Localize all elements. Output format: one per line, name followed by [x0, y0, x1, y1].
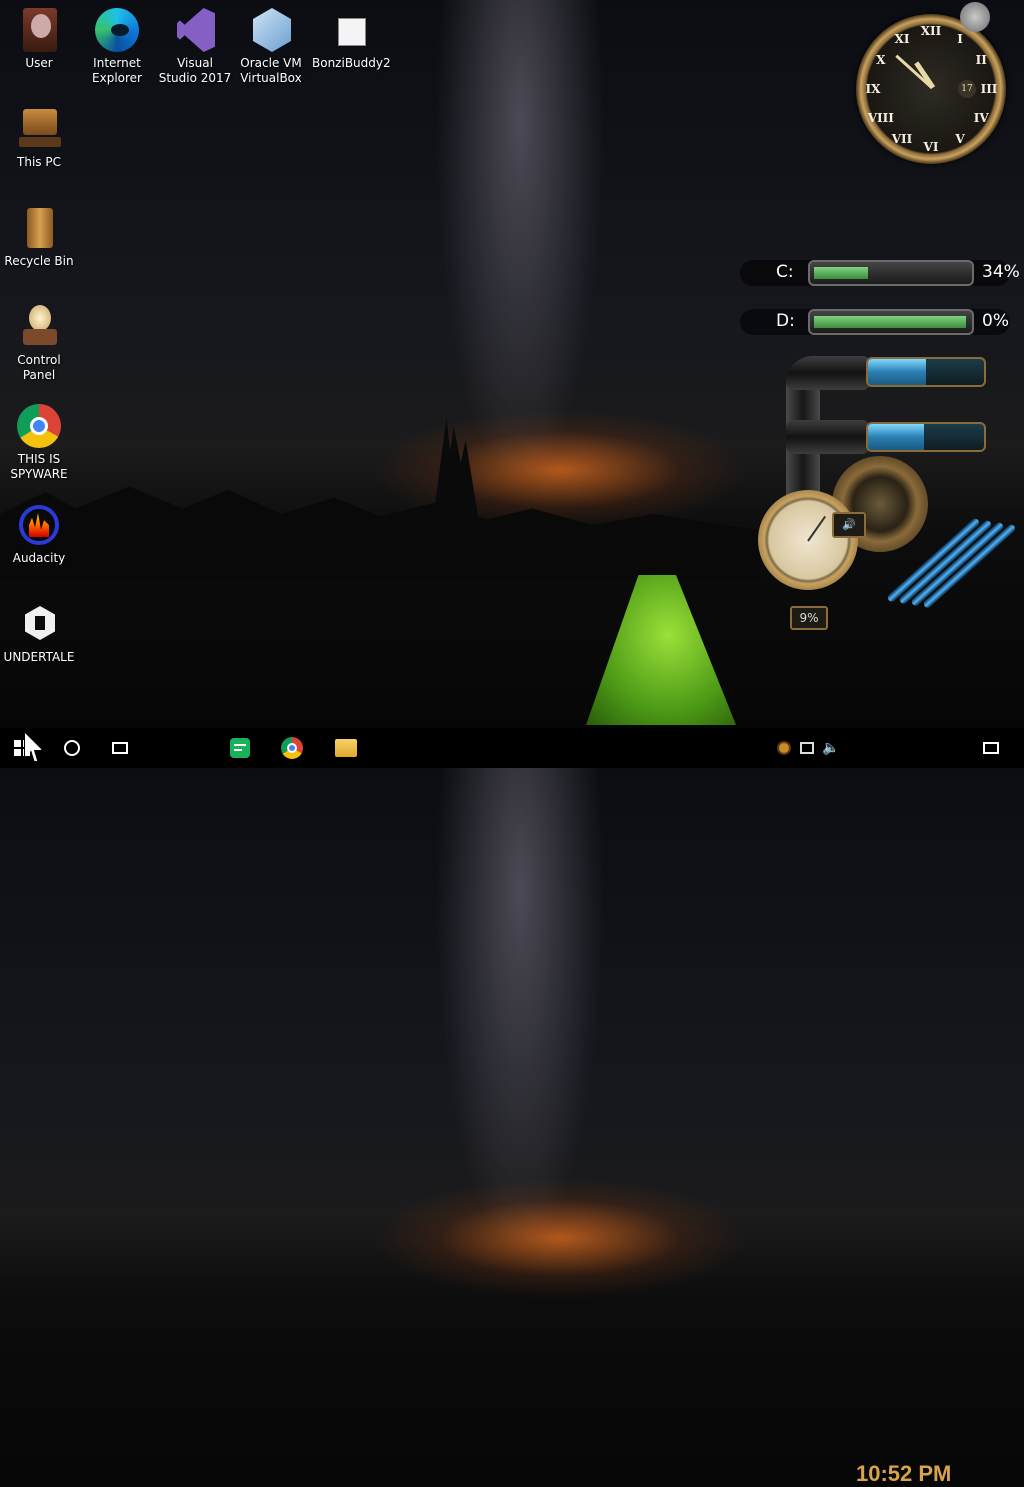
drive-label: D: [776, 311, 795, 331]
gauge-percent: 9% [790, 606, 828, 630]
pipe-middle [786, 420, 870, 454]
taskbar-clock[interactable]: 10:52 PM [856, 1461, 951, 1487]
desktop-icon-virtualbox[interactable]: Oracle VM VirtualBox [233, 6, 309, 86]
clock-gear-decoration [960, 2, 990, 32]
drive-percent: 0% [982, 311, 1009, 331]
desktop-icon-internet-explorer[interactable]: Internet Explorer [79, 6, 155, 86]
unity-icon [15, 600, 63, 648]
search-button[interactable] [52, 728, 92, 768]
tray-steampunk-icon[interactable] [774, 728, 794, 768]
clock-numeral: VIII [867, 111, 894, 125]
drive-label: C: [776, 262, 794, 282]
network-icon [800, 742, 814, 754]
drive-usage-fill [814, 316, 966, 328]
clock-numeral: IV [973, 111, 989, 125]
desktop-icon-chrome[interactable]: THIS IS SPYWARE [1, 402, 77, 482]
clock-numeral: III [980, 82, 998, 96]
pipe-top [786, 356, 870, 390]
chrome-icon [15, 402, 63, 450]
file-explorer-icon [335, 739, 357, 757]
tray-volume[interactable]: 🔈 [820, 728, 842, 768]
clock-numeral: VII [891, 132, 913, 147]
desktop-icon-bonzibuddy[interactable]: BonziBuddy2 [312, 6, 391, 71]
minute-hand [895, 54, 934, 89]
desktop-icon-label: Recycle Bin [4, 254, 74, 268]
drive-usage-c: C: 34% [740, 256, 1020, 290]
desktop-icon-control-panel[interactable]: Control Panel [1, 303, 77, 383]
desktop-icon-label: Audacity [12, 551, 66, 565]
mouse-cursor-icon [24, 732, 42, 762]
gear-icon [777, 741, 791, 755]
drive-usage-bar [808, 309, 974, 335]
desktop-icon-label: Control Panel [17, 353, 61, 382]
taskbar: 🔈 10:52 PM [0, 728, 1024, 1486]
desktop-icon-label: THIS IS SPYWARE [10, 452, 68, 481]
clock-numeral: X [876, 53, 886, 67]
drive-usage-bar [808, 260, 974, 286]
desktop-icon-undertale[interactable]: UNDERTALE [1, 600, 77, 665]
clock-numeral: IX [865, 82, 881, 96]
clock-numeral: I [957, 31, 963, 46]
drive-usage-fill [814, 267, 868, 279]
start-button[interactable] [0, 728, 44, 768]
desktop-icon-visual-studio[interactable]: Visual Studio 2017 [157, 6, 233, 86]
pressure-gauge [758, 490, 858, 590]
wallpaper-tent [586, 575, 736, 725]
drive-percent: 34% [982, 262, 1020, 282]
taskbar-app-file-explorer[interactable] [324, 728, 368, 768]
bonzibuddy-icon [326, 6, 374, 54]
desktop-icon-recycle-bin[interactable]: Recycle Bin [1, 204, 77, 269]
clock-widget[interactable]: XII I II III IV V VI VII VIII IX X XI 17 [856, 14, 1006, 164]
desktop-icon-label: This PC [17, 155, 61, 169]
control-panel-icon [15, 303, 63, 351]
virtualbox-icon [247, 6, 295, 54]
clock-numeral: XI [894, 31, 910, 46]
task-view-icon [112, 742, 128, 754]
clock-date: 17 [958, 80, 976, 98]
desktop-icon-label: Oracle VM VirtualBox [240, 56, 302, 85]
visual-studio-icon [171, 6, 219, 54]
desktop-icon-user[interactable]: User [1, 6, 77, 71]
meter-tube-1 [866, 357, 986, 387]
recycle-bin-icon [15, 204, 63, 252]
clock-numeral: V [955, 132, 965, 147]
action-center-button[interactable] [976, 728, 1006, 768]
task-view-button[interactable] [100, 728, 140, 768]
desktop-icon-label: Visual Studio 2017 [158, 56, 232, 85]
clock-numeral: II [975, 53, 987, 67]
clock-numeral: VI [923, 140, 939, 154]
edge-browser-icon [93, 6, 141, 54]
taskbar-app-chat[interactable] [220, 728, 260, 768]
desktop-icon-this-pc[interactable]: This PC [1, 105, 77, 170]
taskbar-app-chrome[interactable] [272, 728, 312, 768]
cortana-circle-icon [64, 740, 80, 756]
drive-usage-d: D: 0% [740, 305, 1010, 339]
volume-icon: 🔈 [822, 740, 840, 756]
this-pc-icon [15, 105, 63, 153]
notification-icon [983, 742, 999, 754]
user-folder-icon [15, 6, 63, 54]
wallpaper-trees [432, 418, 480, 528]
chrome-icon [281, 737, 303, 759]
meter-tube-fill [868, 424, 924, 450]
tray-network[interactable] [796, 728, 818, 768]
desktop-icon-label: BonziBuddy2 [312, 56, 391, 70]
clock-numeral: XII [920, 24, 942, 38]
audacity-icon [15, 501, 63, 549]
desktop-icon-label: User [25, 56, 53, 70]
desktop-icon-label: Internet Explorer [92, 56, 142, 85]
meter-tube-fill [868, 359, 926, 385]
meter-tube-2 [866, 422, 986, 452]
wallpaper-mountains [0, 486, 760, 580]
desktop-icon-audacity[interactable]: Audacity [1, 501, 77, 566]
blue-tubes-decoration [844, 517, 1017, 620]
desktop-icon-label: UNDERTALE [3, 650, 75, 664]
gauge-needle [807, 515, 827, 542]
chat-app-icon [230, 738, 250, 758]
